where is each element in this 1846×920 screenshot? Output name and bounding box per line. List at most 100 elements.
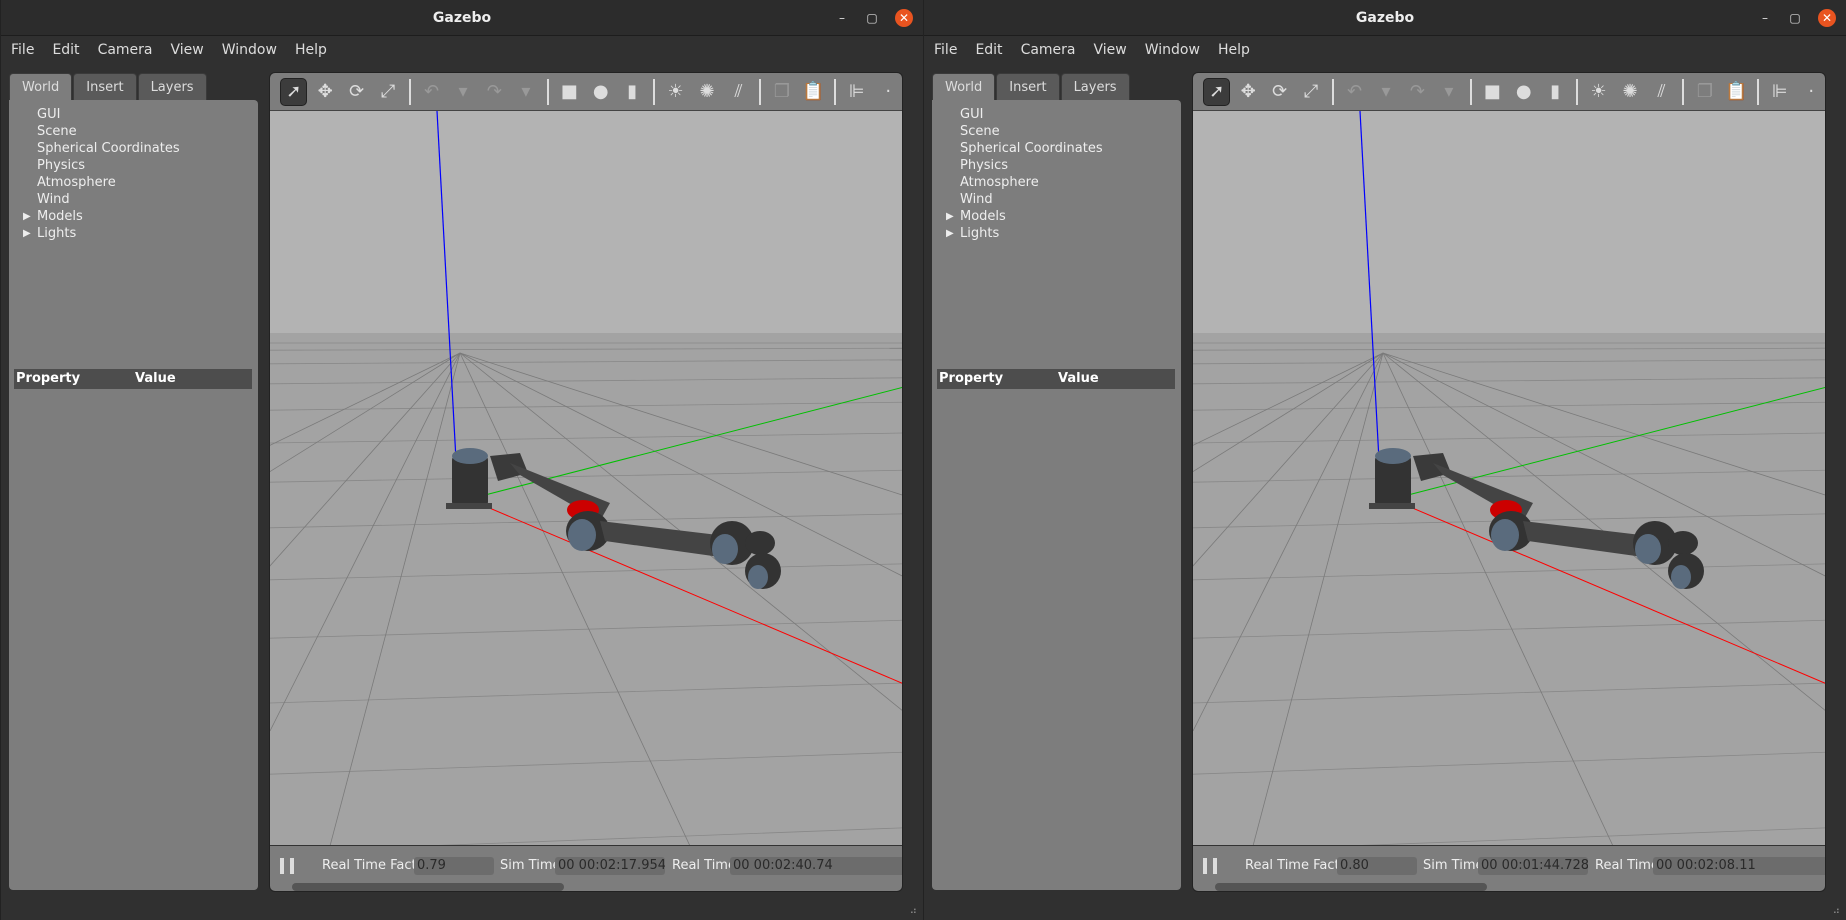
pause-button[interactable] [280, 858, 294, 874]
scene-view[interactable] [1193, 110, 1826, 845]
tree-item[interactable]: ▶ Lights [23, 225, 258, 242]
toolbar-separator [408, 78, 411, 105]
undo-icon[interactable]: ↶ [1341, 78, 1368, 106]
tab[interactable]: Layers [1060, 73, 1130, 100]
spot-light-icon[interactable]: ✺ [693, 78, 720, 106]
expand-arrow-icon[interactable]: ▶ [946, 225, 954, 242]
tab[interactable]: World [9, 73, 73, 101]
tree-item[interactable]: ▶ Lights [946, 225, 1181, 242]
tree-item[interactable]: GUI [23, 106, 258, 123]
point-light-icon[interactable]: ☀ [1585, 78, 1612, 106]
toolbar-more-icon[interactable]: · [1798, 78, 1825, 106]
redo-dropdown-icon[interactable]: ▾ [1435, 78, 1462, 106]
resize-grip-icon[interactable]: ⣠ [910, 903, 917, 914]
paste-icon[interactable]: 📋 [1723, 78, 1750, 106]
horizontal-scrollbar[interactable] [1215, 883, 1487, 891]
tree-item[interactable]: Atmosphere [23, 174, 258, 191]
translate-tool-icon[interactable]: ✥ [1234, 78, 1261, 106]
rotate-tool-icon[interactable]: ⟳ [343, 78, 370, 106]
rotate-tool-icon[interactable]: ⟳ [1266, 78, 1293, 106]
redo-icon[interactable]: ↷ [1404, 78, 1431, 106]
undo-dropdown-icon[interactable]: ▾ [1372, 78, 1399, 106]
translate-tool-icon[interactable]: ✥ [311, 78, 338, 106]
scene-view[interactable] [270, 110, 903, 845]
menu-item[interactable]: Help [1218, 42, 1250, 58]
menu-item[interactable]: Window [1145, 42, 1200, 58]
tree-item[interactable]: Physics [946, 157, 1181, 174]
tree-item[interactable]: Spherical Coordinates [23, 140, 258, 157]
menu-item[interactable]: Edit [975, 42, 1002, 58]
tree-item[interactable]: Physics [23, 157, 258, 174]
menu-item[interactable]: View [171, 42, 204, 58]
tree-item-label: Atmosphere [37, 175, 116, 190]
rtf-value: 0.79 [414, 857, 494, 875]
world-tree: GUI Scene Spherical Coordinates Physics Atmo… [9, 100, 258, 242]
tab[interactable]: Insert [73, 73, 137, 100]
tree-item[interactable]: Wind [23, 191, 258, 208]
select-tool-icon[interactable]: ➚ [280, 77, 308, 106]
menu-item[interactable]: File [11, 42, 34, 58]
tree-item[interactable]: ▶ Models [23, 208, 258, 225]
align-icon[interactable]: ⊫ [843, 78, 870, 106]
copy-icon[interactable]: ❐ [768, 78, 795, 106]
scale-tool-icon[interactable]: ⤢ [374, 78, 401, 106]
expand-arrow-icon[interactable]: ▶ [23, 208, 31, 225]
menu-item[interactable]: Window [222, 42, 277, 58]
cylinder-shape-icon[interactable]: ▮ [1541, 78, 1568, 106]
tree-item[interactable]: Scene [946, 123, 1181, 140]
real-time-value: 00 00:02:08.11 [1653, 857, 1825, 875]
spot-light-icon[interactable]: ✺ [1616, 78, 1643, 106]
3d-viewport[interactable]: ➚ ✥ ⟳ ⤢ ↶ ▾ ↷ ▾ ■ ● ▮ ☀ ✺ ⫽ ❐ 📋 ⊫ · Real Time Factor: 0.7… [269, 72, 903, 892]
menu-item[interactable]: Edit [52, 42, 79, 58]
tab[interactable]: Layers [137, 73, 207, 100]
scale-tool-icon[interactable]: ⤢ [1297, 78, 1324, 106]
select-tool-icon[interactable]: ➚ [1203, 77, 1231, 106]
menu-item[interactable]: Help [295, 42, 327, 58]
sphere-shape-icon[interactable]: ● [587, 78, 614, 106]
horizontal-scrollbar[interactable] [292, 883, 564, 891]
menu-item[interactable]: File [934, 42, 957, 58]
minimize-button[interactable]: – [833, 9, 851, 27]
undo-icon[interactable]: ↶ [418, 78, 445, 106]
minimize-button[interactable]: – [1756, 9, 1774, 27]
paste-icon[interactable]: 📋 [800, 78, 827, 106]
toolbar-more-icon[interactable]: · [875, 78, 902, 106]
resize-grip-icon[interactable]: ⣠ [1833, 903, 1840, 914]
pause-button[interactable] [1203, 858, 1217, 874]
directional-light-icon[interactable]: ⫽ [1648, 78, 1675, 106]
close-button[interactable]: ✕ [1818, 9, 1836, 27]
menu-item[interactable]: View [1094, 42, 1127, 58]
title-bar: Gazebo – ▢ ✕ [924, 0, 1846, 36]
menu-item[interactable]: Camera [98, 42, 153, 58]
tree-item-label: Lights [37, 226, 77, 241]
cylinder-shape-icon[interactable]: ▮ [618, 78, 645, 106]
tree-item-label: GUI [37, 107, 61, 122]
tree-item[interactable]: Wind [946, 191, 1181, 208]
tree-item[interactable]: Atmosphere [946, 174, 1181, 191]
sphere-shape-icon[interactable]: ● [1510, 78, 1537, 106]
tab[interactable]: Insert [996, 73, 1060, 100]
expand-arrow-icon[interactable]: ▶ [946, 208, 954, 225]
align-icon[interactable]: ⊫ [1766, 78, 1793, 106]
tree-item-label: Scene [960, 124, 1000, 139]
redo-icon[interactable]: ↷ [481, 78, 508, 106]
tab[interactable]: World [932, 73, 996, 101]
expand-arrow-icon[interactable]: ▶ [23, 225, 31, 242]
redo-dropdown-icon[interactable]: ▾ [512, 78, 539, 106]
box-shape-icon[interactable]: ■ [556, 78, 583, 106]
tree-item[interactable]: ▶ Models [946, 208, 1181, 225]
tree-item[interactable]: Spherical Coordinates [946, 140, 1181, 157]
menu-item[interactable]: Camera [1021, 42, 1076, 58]
point-light-icon[interactable]: ☀ [662, 78, 689, 106]
undo-dropdown-icon[interactable]: ▾ [449, 78, 476, 106]
tree-item[interactable]: Scene [23, 123, 258, 140]
3d-viewport[interactable]: ➚ ✥ ⟳ ⤢ ↶ ▾ ↷ ▾ ■ ● ▮ ☀ ✺ ⫽ ❐ 📋 ⊫ · Real Time Factor: 0.8… [1192, 72, 1826, 892]
close-button[interactable]: ✕ [895, 9, 913, 27]
tree-item-label: Models [960, 209, 1006, 224]
directional-light-icon[interactable]: ⫽ [725, 78, 752, 106]
copy-icon[interactable]: ❐ [1691, 78, 1718, 106]
box-shape-icon[interactable]: ■ [1479, 78, 1506, 106]
maximize-button[interactable]: ▢ [863, 9, 881, 27]
maximize-button[interactable]: ▢ [1786, 9, 1804, 27]
tree-item[interactable]: GUI [946, 106, 1181, 123]
